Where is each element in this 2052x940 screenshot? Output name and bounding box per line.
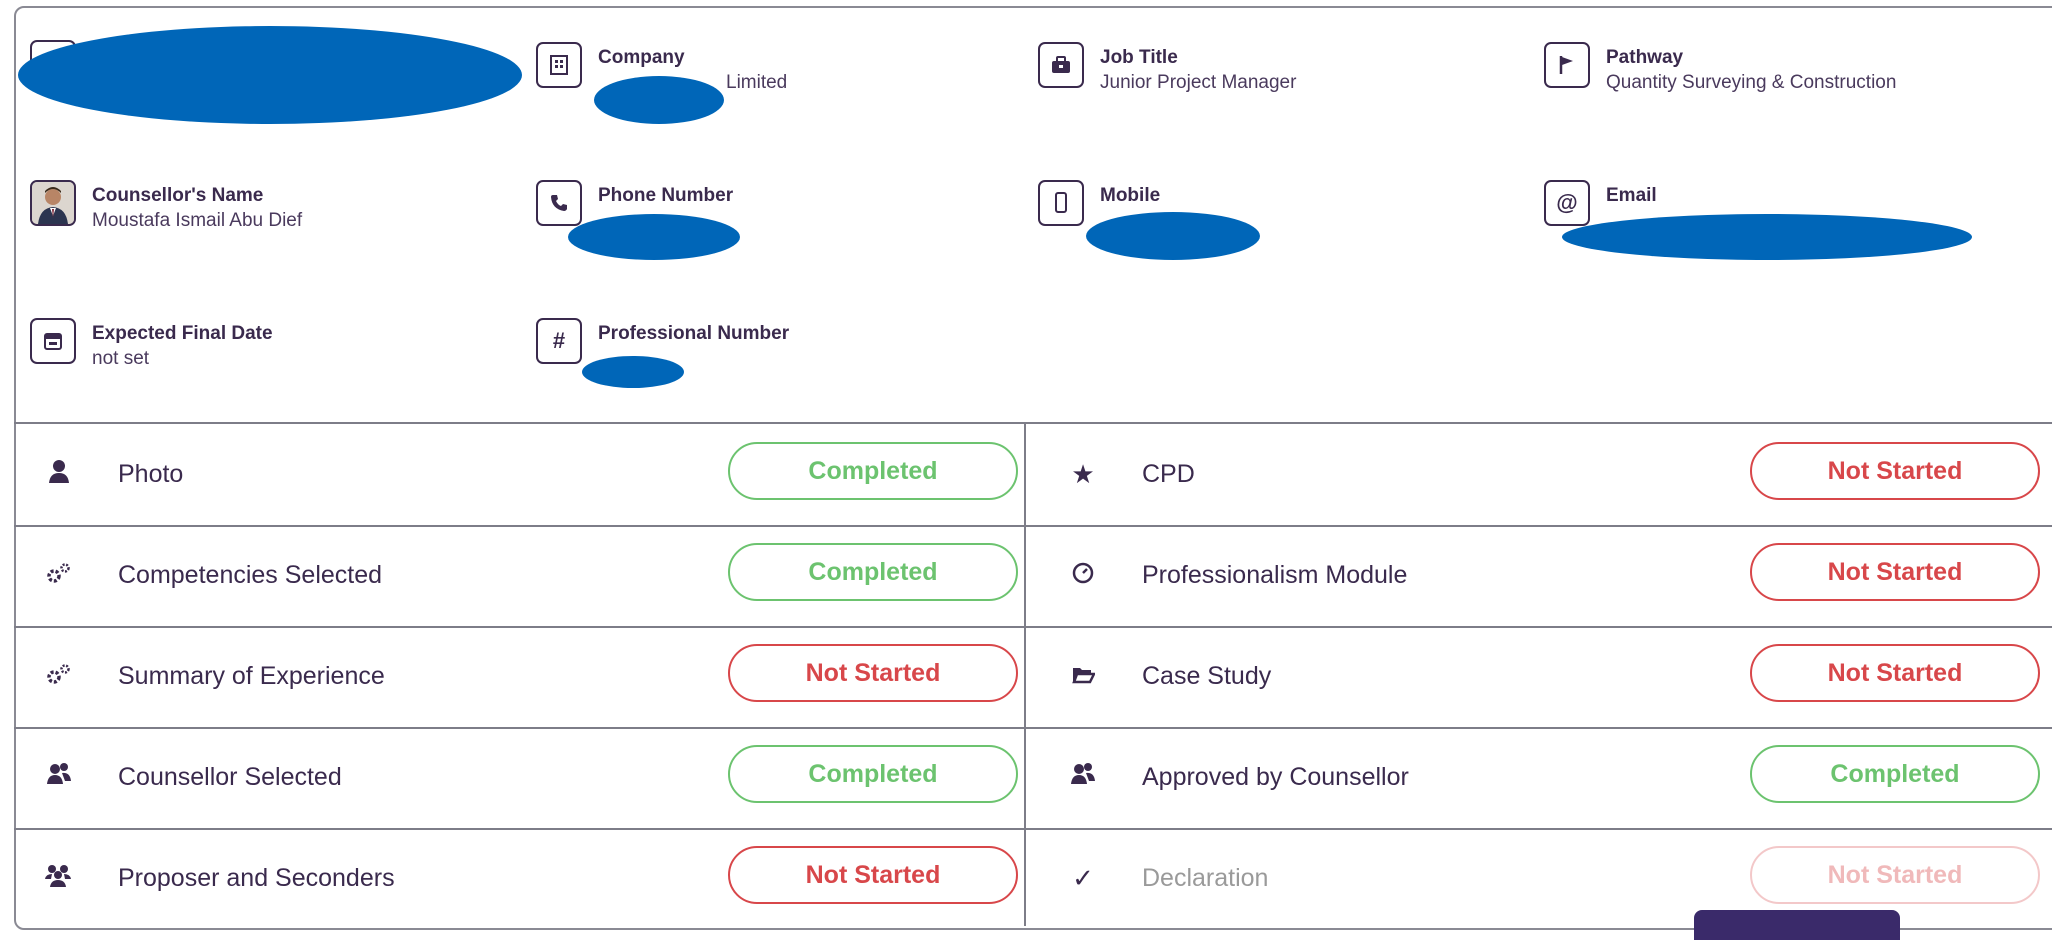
info-expected-final-date: Expected Final Date not set — [30, 318, 273, 372]
counsellor-label: Counsellor's Name — [92, 185, 264, 206]
status-badge[interactable]: Not Started — [1750, 543, 2040, 601]
status-badge[interactable]: Completed — [728, 543, 1018, 601]
building-icon — [536, 42, 582, 88]
phone-label: Phone Number — [598, 185, 734, 206]
expected-final-date-label: Expected Final Date — [92, 323, 273, 344]
status-badge[interactable]: Completed — [728, 745, 1018, 803]
table-row: Photo Completed ★ CPD Not Started — [14, 424, 2052, 527]
status-label: Professionalism Module — [1142, 561, 1408, 589]
status-label: Proposer and Seconders — [118, 864, 395, 892]
flag-icon — [1544, 42, 1590, 88]
status-label: CPD — [1142, 460, 1195, 488]
status-label: Approved by Counsellor — [1142, 763, 1409, 791]
table-row: Competencies Selected Completed Professi… — [14, 525, 2052, 628]
star-icon: ★ — [1071, 459, 1095, 489]
info-counsellor: Counsellor's Name Moustafa Ismail Abu Di… — [30, 180, 302, 234]
info-pathway: Pathway Quantity Surveying & Constructio… — [1544, 42, 1896, 96]
calendar-icon — [30, 318, 76, 364]
expected-final-date-value: not set — [92, 348, 150, 369]
status-label: Counsellor Selected — [118, 763, 342, 791]
redaction-name — [18, 26, 522, 124]
status-badge[interactable]: Not Started — [1750, 846, 2040, 904]
redaction-company — [594, 76, 724, 124]
status-label: Competencies Selected — [118, 561, 383, 589]
counsellor-avatar — [30, 180, 76, 226]
redaction-email — [1562, 214, 1972, 260]
checkmark-icon: ✓ — [1072, 863, 1094, 893]
company-value: Limited — [726, 72, 788, 93]
info-job-title: Job Title Junior Project Manager — [1038, 42, 1296, 96]
column-divider — [1024, 422, 1026, 926]
clock-icon — [1068, 560, 1098, 591]
hash-icon: # — [536, 318, 582, 364]
group-icon — [44, 863, 74, 894]
at-icon: @ — [1544, 180, 1590, 226]
counsellor-value: Moustafa Ismail Abu Dief — [92, 210, 303, 231]
info-professional-number: # Professional Number — [536, 318, 789, 364]
redaction-mobile — [1086, 212, 1260, 260]
status-badge[interactable]: Not Started — [728, 644, 1018, 702]
status-badge[interactable]: Completed — [728, 442, 1018, 500]
redaction-professional-number — [582, 356, 684, 388]
job-title-label: Job Title — [1100, 47, 1178, 68]
status-badge[interactable]: Not Started — [728, 846, 1018, 904]
pathway-label: Pathway — [1606, 47, 1684, 68]
briefcase-icon — [1038, 42, 1084, 88]
company-label: Company — [598, 47, 685, 68]
professional-number-label: Professional Number — [598, 323, 790, 344]
status-label: Case Study — [1142, 662, 1272, 690]
folder-icon — [1068, 661, 1098, 692]
status-badge[interactable]: Not Started — [1750, 442, 2040, 500]
redaction-phone — [568, 214, 740, 260]
gears-icon — [44, 661, 74, 692]
mobile-icon — [1038, 180, 1084, 226]
users-icon — [1068, 762, 1098, 793]
email-label: Email — [1606, 185, 1657, 206]
status-label: Declaration — [1142, 864, 1269, 892]
table-row: Summary of Experience Not Started Case S… — [14, 626, 2052, 729]
gears-icon — [44, 560, 74, 591]
users-icon — [44, 762, 74, 793]
status-label: Summary of Experience — [118, 662, 385, 690]
help-tab[interactable] — [1694, 910, 1900, 940]
job-title-value: Junior Project Manager — [1100, 72, 1297, 93]
status-badge[interactable]: Not Started — [1750, 644, 2040, 702]
person-icon — [44, 459, 74, 490]
mobile-label: Mobile — [1100, 185, 1161, 206]
status-table: Photo Completed ★ CPD Not Started Compet… — [14, 422, 2052, 928]
table-row: Counsellor Selected Completed Approved b… — [14, 727, 2052, 830]
phone-icon — [536, 180, 582, 226]
pathway-value: Quantity Surveying & Construction — [1606, 72, 1897, 93]
status-label: Photo — [118, 460, 184, 488]
status-badge[interactable]: Completed — [1750, 745, 2040, 803]
